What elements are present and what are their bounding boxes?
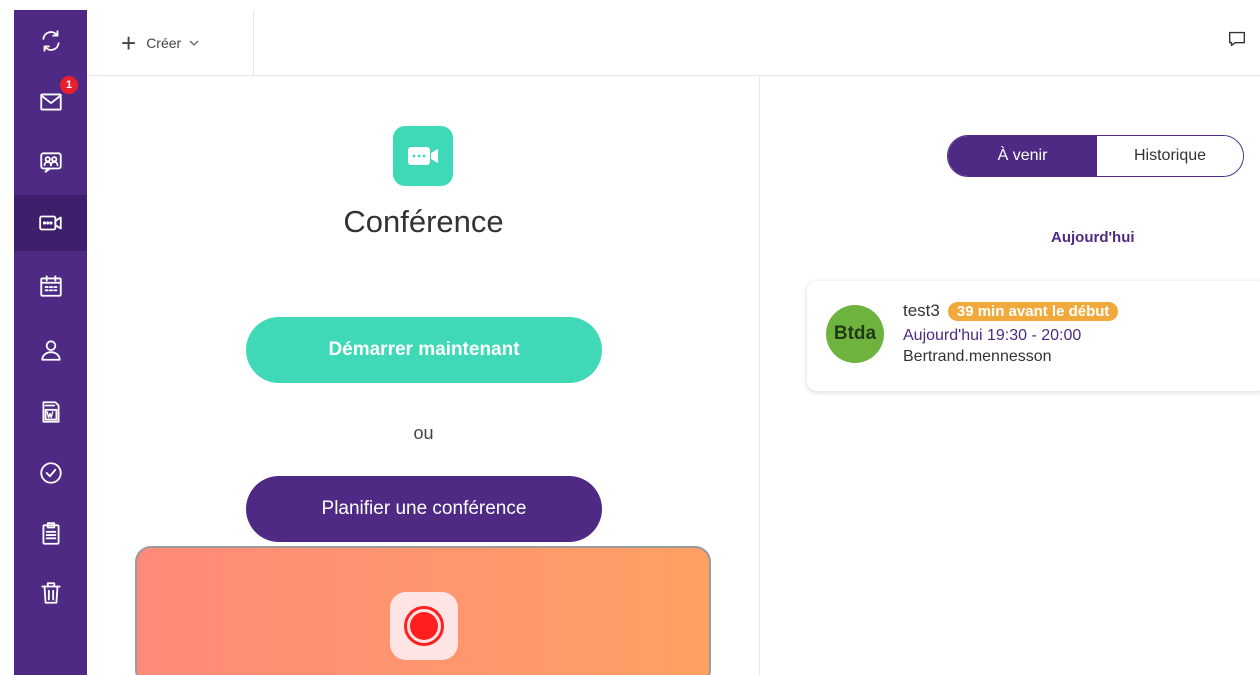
group-chat-icon xyxy=(39,152,62,173)
event-card[interactable]: Btda test3 39 min avant le début Aujourd… xyxy=(807,281,1260,391)
event-time: Aujourd'hui 19:30 - 20:00 xyxy=(903,327,1082,344)
event-title-row: test3 39 min avant le début xyxy=(903,301,1119,321)
schedule-conference-button[interactable]: Planifier une conférence xyxy=(246,476,602,542)
create-button[interactable]: + Créer xyxy=(87,10,254,75)
sidebar-item-mail[interactable]: 1 xyxy=(14,74,87,130)
events-panel: À venir Historique Aujourd'hui Btda test… xyxy=(761,76,1260,675)
chat-bubble-icon[interactable] xyxy=(1226,28,1248,50)
sidebar-item-calendar[interactable] xyxy=(14,258,87,314)
sync-icon xyxy=(41,30,60,52)
plus-icon: + xyxy=(121,27,137,58)
event-title: test3 xyxy=(903,301,940,320)
check-circle-icon xyxy=(39,462,62,484)
page-title: Conférence xyxy=(343,204,504,239)
calendar-icon xyxy=(39,275,62,297)
mail-icon xyxy=(39,93,62,111)
avatar: Btda xyxy=(826,305,884,363)
conference-logo-icon xyxy=(393,126,453,186)
sidebar-item-conference[interactable] xyxy=(14,195,87,251)
word-document-icon xyxy=(41,401,60,423)
record-button[interactable] xyxy=(390,592,458,660)
create-label: Créer xyxy=(146,34,182,51)
date-section-heading: Aujourd'hui xyxy=(1051,229,1135,246)
person-icon xyxy=(40,340,61,361)
events-tab-switch: À venir Historique xyxy=(947,135,1244,177)
record-icon xyxy=(404,606,444,646)
trash-icon xyxy=(40,582,61,604)
tab-history[interactable]: Historique xyxy=(1097,136,1243,176)
sidebar-item-sync[interactable] xyxy=(14,13,87,69)
top-toolbar: + Créer xyxy=(87,10,1260,76)
unread-badge: 1 xyxy=(60,76,78,94)
status-badge: 39 min avant le début xyxy=(947,301,1119,321)
chevron-down-icon xyxy=(189,40,199,46)
sidebar-item-contacts[interactable] xyxy=(14,322,87,378)
or-separator: ou xyxy=(413,423,434,443)
sidebar-item-chat[interactable] xyxy=(14,134,87,190)
tab-upcoming[interactable]: À venir xyxy=(948,136,1097,176)
start-now-button[interactable]: Démarrer maintenant xyxy=(246,317,602,383)
sidebar-item-documents[interactable] xyxy=(14,384,87,440)
clipboard-icon xyxy=(41,522,60,545)
conference-panel: Conférence Démarrer maintenant ou Planif… xyxy=(87,76,760,675)
sidebar-item-trash[interactable] xyxy=(14,565,87,621)
video-camera-icon xyxy=(38,215,62,231)
sidebar-item-tasks[interactable] xyxy=(14,445,87,501)
event-owner: Bertrand.mennesson xyxy=(903,348,1052,365)
sidebar-item-notes[interactable] xyxy=(14,506,87,562)
recording-card xyxy=(135,546,711,675)
sidebar: 1 xyxy=(14,10,87,675)
